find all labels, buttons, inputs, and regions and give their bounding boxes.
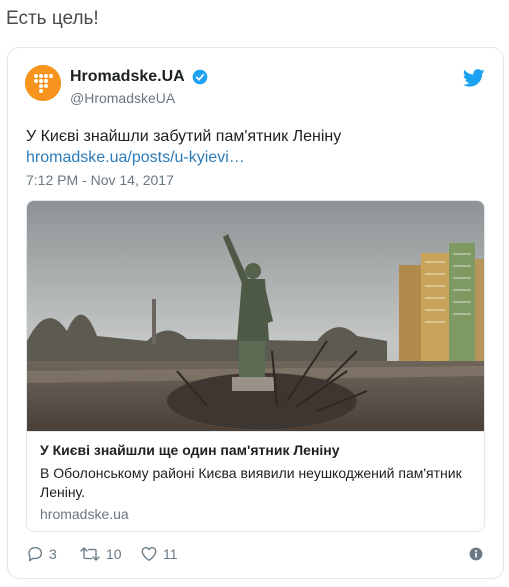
card-description: В Оболонському районі Києва виявили неуш… <box>40 465 462 500</box>
verified-icon <box>192 69 208 85</box>
retweet-button[interactable]: 10 <box>79 544 122 564</box>
card-image <box>27 201 484 431</box>
tweet-text: У Києві знайшли забутий пам'ятник Леніну <box>26 128 342 145</box>
info-icon[interactable] <box>469 547 483 561</box>
card-title: У Києві знайшли ще один пам'ятник Леніну <box>40 442 340 458</box>
author-name[interactable]: Hromadske.UA <box>70 68 185 86</box>
reply-icon <box>28 546 43 562</box>
reply-count: 3 <box>49 546 57 562</box>
like-button[interactable]: 11 <box>140 544 178 564</box>
tweet-timestamp[interactable]: 7:12 PM - Nov 14, 2017 <box>26 172 174 188</box>
card-body[interactable]: У Києві знайшли ще один пам'ятник Леніну… <box>27 431 484 531</box>
avatar[interactable] <box>25 65 61 101</box>
tweet-link[interactable]: hromadske.ua/posts/u-kyievi… <box>26 147 245 169</box>
embedded-tweet[interactable]: Hromadske.UA @HromadskeUA У Києві знайшл… <box>7 47 504 579</box>
reply-button[interactable]: 3 <box>26 544 57 564</box>
author-handle[interactable]: @HromadskeUA <box>70 90 175 106</box>
link-preview-card[interactable]: У Києві знайшли ще один пам'ятник Леніну… <box>26 200 485 532</box>
retweet-icon <box>80 547 100 561</box>
like-icon <box>141 546 157 562</box>
like-count: 11 <box>163 546 178 562</box>
retweet-count: 10 <box>106 546 122 562</box>
hromadske-logo-icon <box>25 65 61 101</box>
card-domain: hromadske.ua <box>40 506 129 522</box>
twitter-bird-icon[interactable] <box>463 69 485 87</box>
page-heading: Есть цель! <box>6 8 99 29</box>
